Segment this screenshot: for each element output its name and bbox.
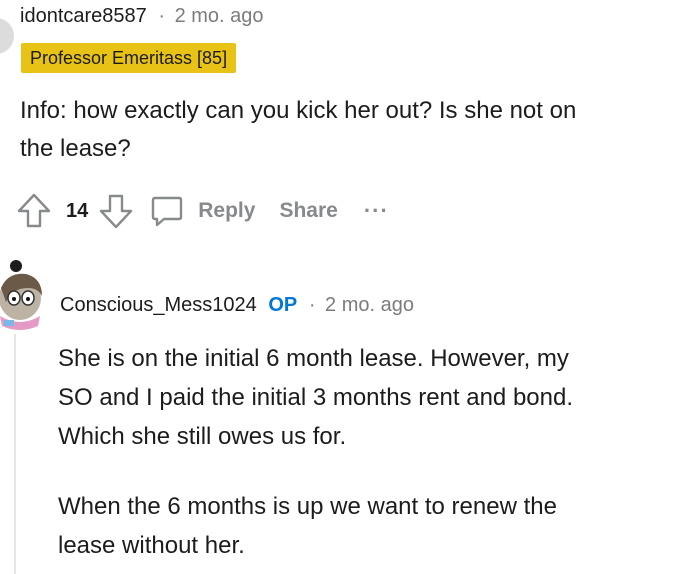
reply-button[interactable]: Reply <box>150 194 255 228</box>
reply-author[interactable]: Conscious_Mess1024 OP · 2 mo. ago <box>60 294 414 317</box>
reply-label: Reply <box>198 199 256 222</box>
comment-body-line-1: Info: how exactly can you kick her out? … <box>20 97 577 124</box>
share-button[interactable]: Share <box>279 199 337 223</box>
comment-username[interactable]: idontcare8587 <box>20 5 147 27</box>
comment-action-bar: 14 Reply Share ··· <box>16 192 389 230</box>
meta-separator: · <box>158 5 166 27</box>
op-badge: OP <box>268 294 298 316</box>
reply-username[interactable]: Conscious_Mess1024 <box>60 294 257 316</box>
user-flair: Professor Emeritass [85] <box>21 43 237 73</box>
avatar[interactable] <box>0 18 14 54</box>
comment-icon <box>150 194 184 228</box>
thread-line[interactable] <box>14 334 16 574</box>
comment-author[interactable]: idontcare8587 · 2 mo. ago <box>20 5 264 28</box>
vote-count: 14 <box>66 199 89 222</box>
upvote-icon[interactable] <box>16 192 52 230</box>
snoo-avatar[interactable] <box>0 258 52 334</box>
reply-body-line-3: Which she still owes us for. <box>58 423 347 450</box>
reply-body-line-4: When the 6 months is up we want to renew… <box>58 493 557 520</box>
comment-body-line-2: the lease? <box>20 135 131 162</box>
reply-body-line-1: She is on the initial 6 month lease. How… <box>58 345 569 372</box>
downvote-icon[interactable] <box>98 192 134 230</box>
more-options-button[interactable]: ··· <box>364 198 389 224</box>
reply-body-line-5: lease without her. <box>58 532 245 559</box>
reply-timestamp[interactable]: 2 mo. ago <box>325 294 414 316</box>
comment-timestamp[interactable]: 2 mo. ago <box>175 5 264 27</box>
meta-separator: · <box>308 294 316 316</box>
reply-body-line-2: SO and I paid the initial 3 months rent … <box>58 384 574 411</box>
